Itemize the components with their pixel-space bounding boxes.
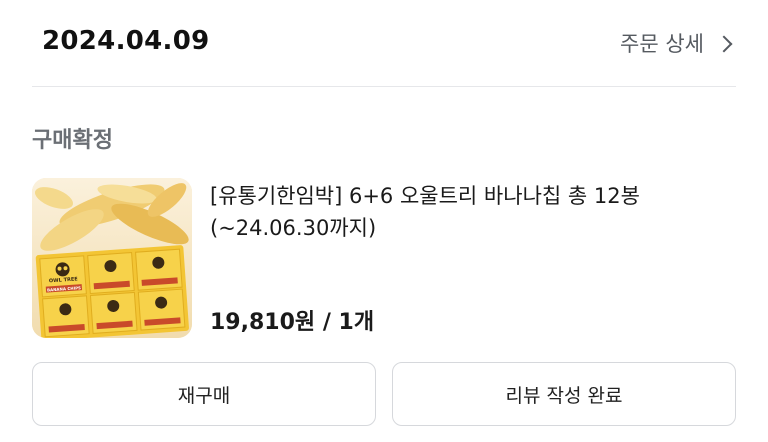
order-header: 2024.04.09 주문 상세 bbox=[0, 0, 768, 86]
chevron-right-icon bbox=[715, 35, 733, 52]
price-separator: / bbox=[322, 310, 339, 335]
price-row: 19,810원 / 1개 bbox=[210, 304, 374, 336]
rebuy-button[interactable]: 재구매 bbox=[32, 362, 376, 426]
order-date: 2024.04.09 bbox=[42, 26, 210, 56]
product-name[interactable]: [유통기한임박] 6+6 오울트리 바나나칩 총 12봉 (~24.06.30까… bbox=[210, 180, 740, 244]
product-thumbnail[interactable]: OWL TREE BANANA CHIPS bbox=[32, 178, 192, 338]
review-completed-button[interactable]: 리뷰 작성 완료 bbox=[392, 362, 736, 426]
header-divider bbox=[32, 86, 736, 87]
order-detail-label: 주문 상세 bbox=[620, 32, 704, 56]
order-status: 구매확정 bbox=[32, 128, 113, 153]
product-price: 19,810원 bbox=[210, 310, 316, 335]
product-quantity: 1개 bbox=[338, 310, 375, 335]
product-image: OWL TREE BANANA CHIPS bbox=[32, 178, 192, 338]
order-detail-link[interactable]: 주문 상세 bbox=[620, 28, 733, 58]
